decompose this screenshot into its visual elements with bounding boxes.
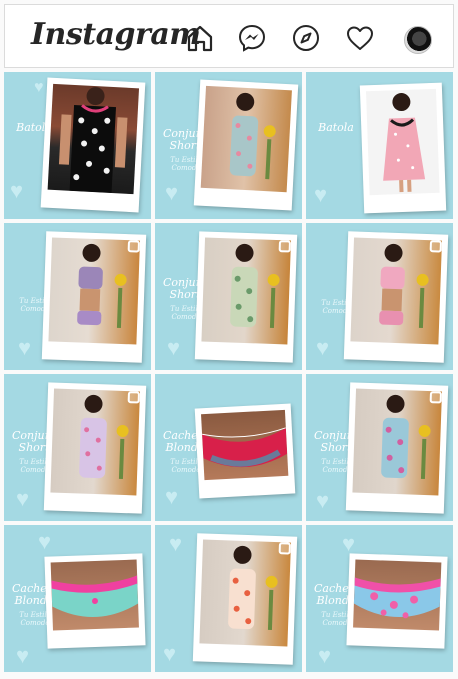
- heart-decoration: ♥: [314, 182, 328, 207]
- post-tile[interactable]: ♥ Conjunto Short Tu Estilo Comodo: [155, 72, 302, 219]
- messenger-icon[interactable]: [237, 23, 267, 53]
- polaroid-frame: [194, 403, 296, 499]
- post-tile[interactable]: ♥ ♥ Cacheteros Blonda Tu Estilo Comodo: [306, 525, 453, 672]
- carousel-indicator-icon: [127, 391, 140, 404]
- post-tile[interactable]: ♥ ♥ Batola: [4, 72, 151, 219]
- post-tile[interactable]: ♥ Conjunto Short Tu Estilo Comodo: [306, 374, 453, 521]
- post-tile[interactable]: ♥ ♥ Batola: [306, 72, 453, 219]
- post-tile[interactable]: ♥ Tu Estilo Comodo: [4, 223, 151, 370]
- activity-heart-icon[interactable]: [345, 23, 375, 53]
- heart-decoration: ♥: [169, 531, 183, 556]
- heart-decoration: ♥: [167, 335, 181, 360]
- profile-avatar[interactable]: [404, 26, 432, 54]
- carousel-indicator-icon: [278, 240, 291, 253]
- polaroid-frame: [192, 533, 298, 665]
- polaroid-frame: [41, 231, 147, 363]
- product-photo: [50, 388, 140, 496]
- heart-decoration: ♥: [318, 643, 332, 668]
- product-photo: [48, 237, 140, 345]
- heart-decoration: ♥: [16, 643, 30, 668]
- post-tile[interactable]: ♥ Conjunto Short Tu Estilo Comodo: [4, 374, 151, 521]
- polaroid-frame: [359, 82, 447, 214]
- product-photo: [201, 409, 289, 481]
- heart-decoration: ♥: [18, 335, 32, 360]
- heart-decoration: ♥: [38, 529, 52, 554]
- explore-compass-icon[interactable]: [291, 23, 321, 53]
- post-tile[interactable]: ♥ Conjunto Short Tu Estilo Comodo: [155, 223, 302, 370]
- heart-decoration: ♥: [165, 180, 179, 205]
- product-photo: [47, 83, 140, 195]
- polaroid-frame: [193, 79, 299, 211]
- instagram-logo[interactable]: Instagram: [31, 17, 201, 52]
- heart-decoration: ♥: [316, 335, 330, 360]
- polaroid-frame: [44, 553, 146, 649]
- polaroid-frame: [194, 231, 298, 363]
- heart-decoration: ♥: [10, 178, 24, 203]
- carousel-indicator-icon: [127, 240, 140, 253]
- polaroid-frame: [345, 382, 449, 514]
- post-tile[interactable]: ♥ ♥: [155, 525, 302, 672]
- post-tile[interactable]: ♥ Cacheteros Blonda Tu Estilo Comodo: [155, 374, 302, 521]
- heart-decoration: ♥: [163, 641, 177, 666]
- product-photo: [200, 85, 292, 193]
- product-photo: [350, 237, 442, 345]
- polaroid-frame: [43, 382, 147, 514]
- carousel-indicator-icon: [429, 391, 442, 404]
- heart-decoration: ♥: [34, 79, 44, 96]
- product-photo: [352, 388, 442, 496]
- polaroid-frame: [343, 231, 449, 363]
- heart-decoration: ♥: [316, 488, 330, 513]
- heart-decoration: ♥: [342, 531, 356, 556]
- post-caption: Batola: [318, 121, 354, 134]
- product-photo: [353, 559, 442, 631]
- product-photo: [199, 539, 291, 647]
- product-photo: [365, 88, 440, 196]
- product-photo: [50, 559, 139, 631]
- carousel-indicator-icon: [429, 240, 442, 253]
- post-tile[interactable]: ♥ ♥ Cacheteros Blonda Tu Estilo Comodo: [4, 525, 151, 672]
- polaroid-frame: [346, 553, 448, 649]
- post-tile[interactable]: ♥ Tu Estilo Comodo: [306, 223, 453, 370]
- product-photo: [201, 237, 291, 345]
- carousel-indicator-icon: [278, 542, 291, 555]
- polaroid-frame: [40, 77, 146, 213]
- heart-decoration: ♥: [16, 486, 30, 511]
- home-icon[interactable]: [185, 23, 215, 53]
- top-navigation-bar: Instagram: [4, 4, 454, 68]
- heart-decoration: ♥: [165, 484, 179, 509]
